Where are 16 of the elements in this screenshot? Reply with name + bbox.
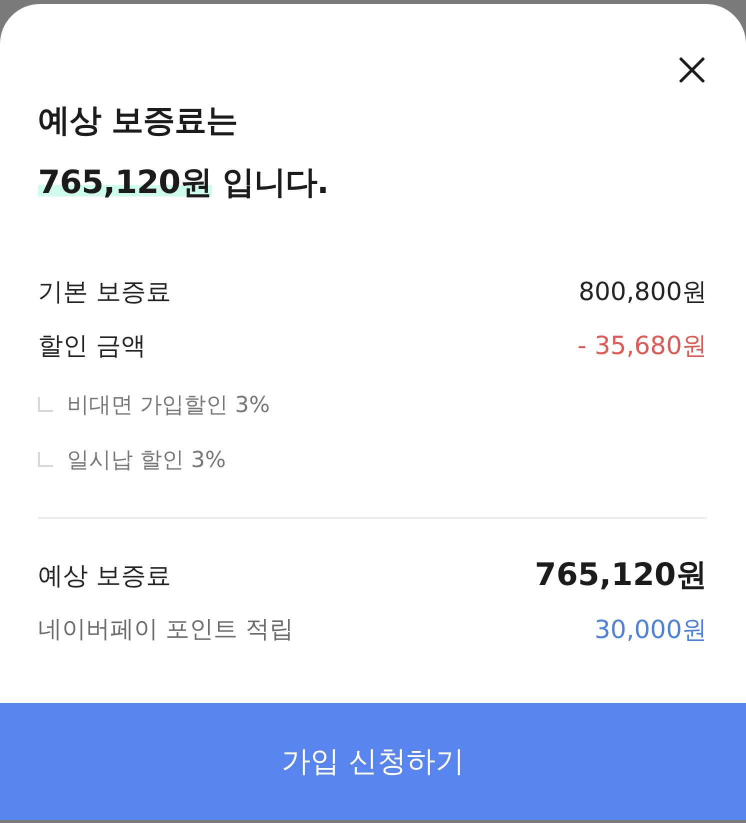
indent-marker-icon (38, 397, 53, 412)
row-amount: - 35,680원 (578, 330, 707, 362)
row-amount: 765,120원 (534, 556, 707, 595)
close-icon (679, 57, 705, 83)
discount-detail: 비대면 가입할인 3% (67, 392, 270, 420)
indent-marker-icon (38, 452, 53, 467)
row-label: 할인 금액 (38, 330, 146, 362)
row-amount: 30,000원 (594, 614, 707, 646)
apply-button[interactable]: 가입 신청하기 (0, 703, 746, 820)
row-label: 네이버페이 포인트 적립 (38, 614, 294, 645)
row-label: 기본 보증료 (38, 276, 171, 308)
row-amount: 800,800원 (578, 276, 707, 308)
row-label: 예상 보증료 (38, 560, 171, 592)
discount-detail: 일시납 할인 3% (67, 446, 226, 474)
close-button[interactable] (679, 57, 705, 83)
headline-text: 예상 보증료는 765,120원 입니다. (38, 100, 329, 203)
